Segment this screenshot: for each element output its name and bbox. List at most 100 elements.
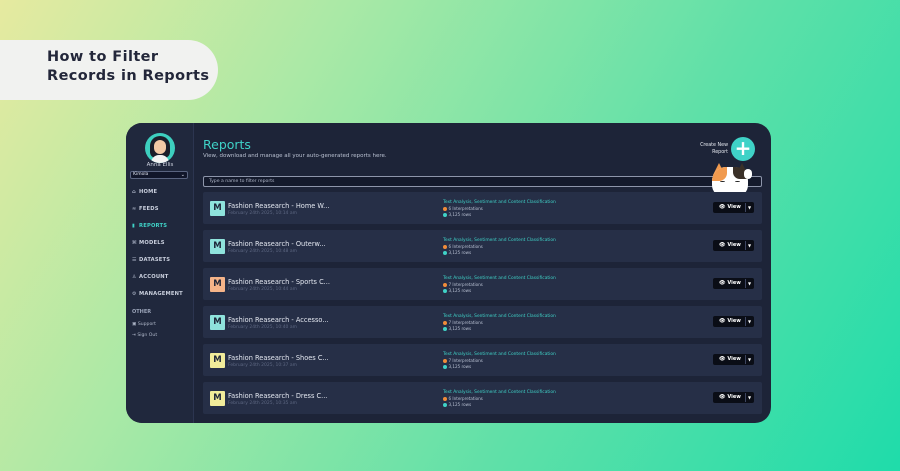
sidebar-item-support[interactable]: ▣ Support xyxy=(132,322,156,327)
report-title[interactable]: Fashion Reasearch - Accesso... xyxy=(228,316,329,324)
report-date: February 24th 2025, 10:14 am xyxy=(228,211,297,216)
report-title[interactable]: Fashion Reasearch - Outerw... xyxy=(228,240,326,248)
rows-icon xyxy=(443,212,447,217)
report-date: February 24th 2025, 10:48 am xyxy=(228,249,297,254)
report-row[interactable]: M Fashion Reasearch - Dress C... February … xyxy=(203,382,762,414)
sidebar: Anna Ellis Kimola ⌄ ⌂ HOME ≈ FEEDS ▮ REPORT… xyxy=(126,123,194,423)
report-date: February 24th 2025, 10:37 am xyxy=(228,363,297,368)
view-button[interactable]: 👁 View ▼ xyxy=(713,354,754,365)
report-tags: Text Analysis, Sentiment and Content Cla… xyxy=(443,314,556,319)
rows-icon xyxy=(443,402,447,407)
interpretations-icon xyxy=(443,244,447,249)
interpretations-icon xyxy=(443,206,447,211)
report-row[interactable]: M Fashion Reasearch - Shoes C... February … xyxy=(203,344,762,376)
report-row[interactable]: M Fashion Reasearch - Sports C... February… xyxy=(203,268,762,300)
rows-icon xyxy=(443,326,447,331)
report-tags: Text Analysis, Sentiment and Content Cla… xyxy=(443,238,556,243)
report-tags: Text Analysis, Sentiment and Content Cla… xyxy=(443,390,556,395)
view-button[interactable]: 👁 View ▼ xyxy=(713,278,754,289)
interpretations-icon xyxy=(443,282,447,287)
report-tags: Text Analysis, Sentiment and Content Cla… xyxy=(443,276,556,281)
report-rows: 3,125 rows xyxy=(443,364,471,369)
app-window: Anna Ellis Kimola ⌄ ⌂ HOME ≈ FEEDS ▮ REPORT… xyxy=(126,123,771,423)
report-tags: Text Analysis, Sentiment and Content Cla… xyxy=(443,200,556,205)
sidebar-item-datasets[interactable]: ☰ DATASETS xyxy=(132,257,170,263)
avatar[interactable] xyxy=(145,133,175,163)
tutorial-title-banner: How to Filter Records in Reports xyxy=(0,40,218,100)
create-report-button[interactable]: + xyxy=(731,137,755,161)
report-logo: M xyxy=(210,353,225,368)
report-rows: 3,125 rows xyxy=(443,250,471,255)
caret-down-icon[interactable]: ▼ xyxy=(748,202,751,213)
caret-down-icon[interactable]: ▼ xyxy=(748,392,751,403)
eye-icon: 👁 xyxy=(719,394,726,400)
report-logo: M xyxy=(210,315,225,330)
sidebar-item-account[interactable]: ♙ ACCOUNT xyxy=(132,274,169,280)
organization-value: Kimola xyxy=(133,172,149,177)
report-logo: M xyxy=(210,391,225,406)
create-report-label: Create New Report xyxy=(700,143,728,155)
account-icon: ♙ xyxy=(132,274,137,280)
caret-down-icon[interactable]: ▼ xyxy=(748,316,751,327)
feeds-icon: ≈ xyxy=(132,206,137,212)
eye-icon: 👁 xyxy=(719,356,726,362)
user-name: Anna Ellis xyxy=(146,162,174,168)
reports-icon: ▮ xyxy=(132,223,135,229)
report-logo: M xyxy=(210,201,225,216)
report-interpretations: 7 Interpretations xyxy=(443,320,483,325)
view-button[interactable]: 👁 View ▼ xyxy=(713,316,754,327)
eye-icon: 👁 xyxy=(719,318,726,324)
other-section-label: OTHER xyxy=(132,309,152,315)
report-rows: 3,125 rows xyxy=(443,326,471,331)
report-date: February 24th 2025, 10:44 am xyxy=(228,287,297,292)
report-logo: M xyxy=(210,277,225,292)
report-title[interactable]: Fashion Reasearch - Dress C... xyxy=(228,392,327,400)
rows-icon xyxy=(443,288,447,293)
view-button[interactable]: 👁 View ▼ xyxy=(713,392,754,403)
report-title[interactable]: Fashion Reasearch - Shoes C... xyxy=(228,354,329,362)
report-row[interactable]: M Fashion Reasearch - Home W... February 2… xyxy=(203,192,762,224)
report-interpretations: 6 Interpretations xyxy=(443,244,483,249)
view-button[interactable]: 👁 View ▼ xyxy=(713,202,754,213)
report-interpretations: 7 Interpretations xyxy=(443,358,483,363)
report-tags: Text Analysis, Sentiment and Content Cla… xyxy=(443,352,556,357)
sidebar-item-models[interactable]: ⌘ MODELS xyxy=(132,240,165,246)
sidebar-item-reports[interactable]: ▮ REPORTS xyxy=(132,223,167,229)
report-title[interactable]: Fashion Reasearch - Sports C... xyxy=(228,278,330,286)
report-interpretations: 6 Interpretations xyxy=(443,396,483,401)
sidebar-item-home[interactable]: ⌂ HOME xyxy=(132,189,157,195)
interpretations-icon xyxy=(443,396,447,401)
management-icon: ⚙ xyxy=(132,291,137,297)
report-logo: M xyxy=(210,239,225,254)
banner-line-2: Records in Reports xyxy=(47,68,210,84)
caret-down-icon[interactable]: ▼ xyxy=(748,278,751,289)
organization-select[interactable]: Kimola ⌄ xyxy=(130,171,188,179)
sidebar-item-sign-out[interactable]: ⇥ Sign Out xyxy=(132,333,157,338)
page-title: Reports xyxy=(203,137,251,152)
report-interpretations: 6 Interpretations xyxy=(443,206,483,211)
report-interpretations: 7 Interpretations xyxy=(443,282,483,287)
home-icon: ⌂ xyxy=(132,189,136,195)
eye-icon: 👁 xyxy=(719,242,726,248)
chevron-down-icon: ⌄ xyxy=(180,172,185,178)
banner-line-1: How to Filter xyxy=(47,49,159,65)
view-button[interactable]: 👁 View ▼ xyxy=(713,240,754,251)
report-rows: 3,125 rows xyxy=(443,402,471,407)
report-title[interactable]: Fashion Reasearch - Home W... xyxy=(228,202,329,210)
interpretations-icon xyxy=(443,358,447,363)
page-subtitle: View, download and manage all your auto-… xyxy=(203,153,387,159)
filter-input[interactable]: Type a name to filter reports xyxy=(203,176,762,187)
report-date: February 24th 2025, 10:40 am xyxy=(228,325,297,330)
models-icon: ⌘ xyxy=(132,240,137,246)
sidebar-item-management[interactable]: ⚙ MANAGEMENT xyxy=(132,291,183,297)
eye-icon: 👁 xyxy=(719,280,726,286)
rows-icon xyxy=(443,250,447,255)
report-row[interactable]: M Fashion Reasearch - Accesso... February … xyxy=(203,306,762,338)
caret-down-icon[interactable]: ▼ xyxy=(748,240,751,251)
main-content: Reports View, download and manage all yo… xyxy=(203,123,763,423)
caret-down-icon[interactable]: ▼ xyxy=(748,354,751,365)
report-rows: 3,125 rows xyxy=(443,288,471,293)
sidebar-item-feeds[interactable]: ≈ FEEDS xyxy=(132,206,159,212)
report-row[interactable]: M Fashion Reasearch - Outerw... February 2… xyxy=(203,230,762,262)
rows-icon xyxy=(443,364,447,369)
